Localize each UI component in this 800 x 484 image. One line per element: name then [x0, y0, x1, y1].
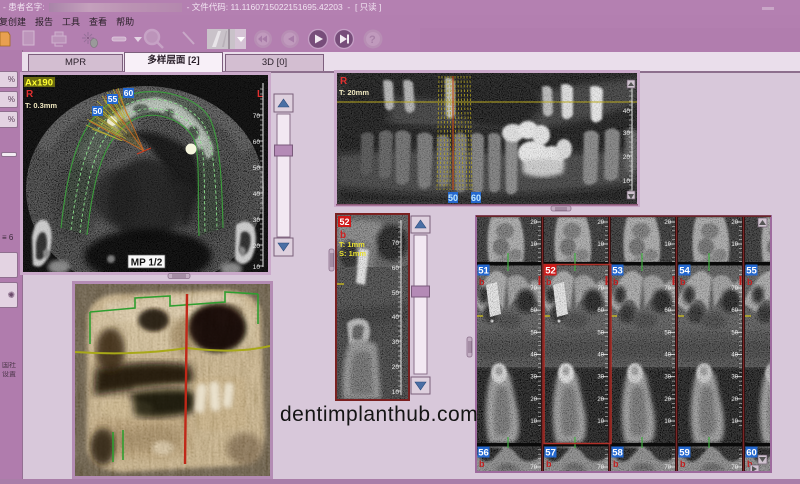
svg-text:?: ?: [369, 34, 376, 46]
